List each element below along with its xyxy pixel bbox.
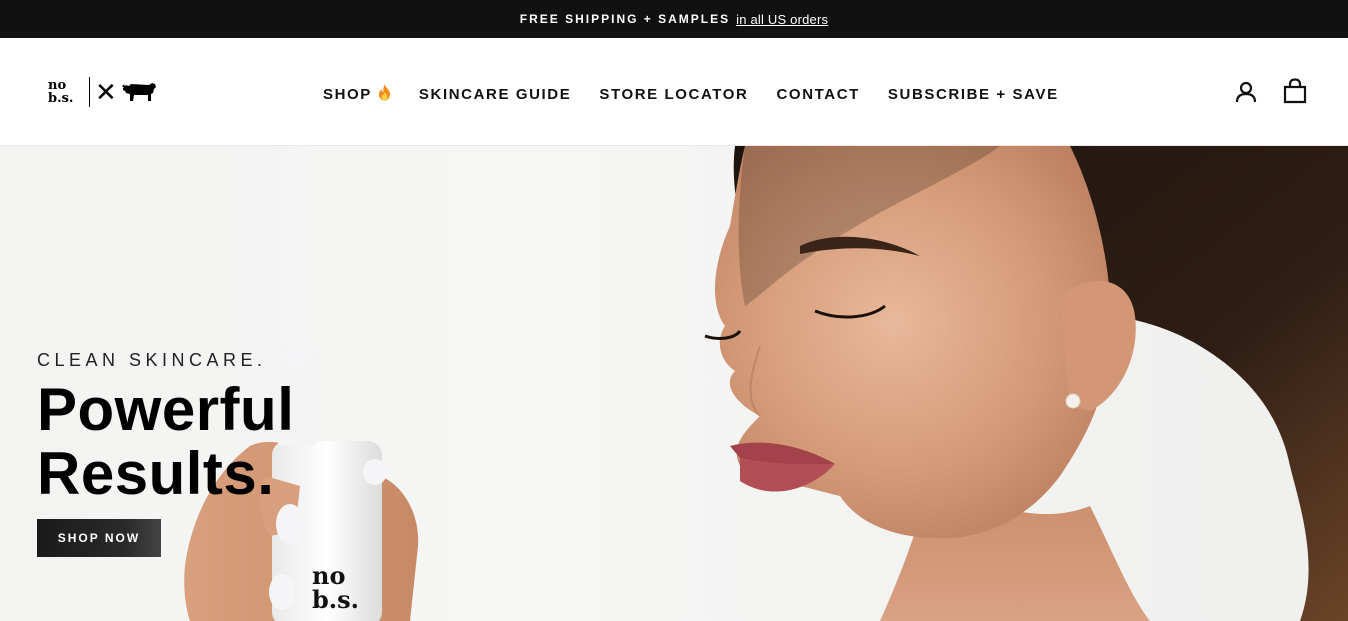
svg-text:b.s.: b.s.: [312, 585, 359, 614]
logo-x: ✕: [95, 77, 117, 107]
hero-title: Powerful Results.: [37, 376, 295, 507]
announcement-link[interactable]: in all US orders: [736, 12, 828, 27]
nav-skincare-guide[interactable]: SKINCARE GUIDE: [419, 84, 571, 105]
nav-store-locator[interactable]: STORE LOCATOR: [599, 84, 748, 105]
nav-subscribe-save[interactable]: SUBSCRIBE + SAVE: [888, 84, 1059, 105]
nav-shop-label: SHOP: [323, 86, 372, 103]
hero-subtitle: CLEAN SKINCARE.: [37, 350, 267, 370]
cow-icon: [121, 83, 156, 101]
account-icon[interactable]: [1234, 80, 1258, 104]
hero-banner: no b.s. CLEAN SKINCARE. Powerful Results…: [0, 146, 1348, 621]
nav-shop[interactable]: SHOP: [323, 84, 391, 105]
announcement-bar: FREE SHIPPING + SAMPLES in all US orders: [0, 0, 1348, 38]
shop-now-button[interactable]: SHOP NOW: [37, 519, 161, 557]
cart-icon[interactable]: [1283, 78, 1307, 104]
announcement-text: FREE SHIPPING + SAMPLES: [519, 12, 731, 26]
logo-text: no b.s.: [48, 78, 74, 106]
nav-contact[interactable]: CONTACT: [777, 84, 860, 105]
logo[interactable]: no b.s. ✕: [48, 76, 157, 108]
site-header: no b.s. ✕ SHOP SKINCARE GUIDE STORE LOCA…: [0, 38, 1348, 146]
logo-divider: [89, 77, 90, 107]
fire-icon: [378, 84, 391, 105]
main-nav: SHOP SKINCARE GUIDE STORE LOCATOR CONTAC…: [323, 84, 1087, 105]
